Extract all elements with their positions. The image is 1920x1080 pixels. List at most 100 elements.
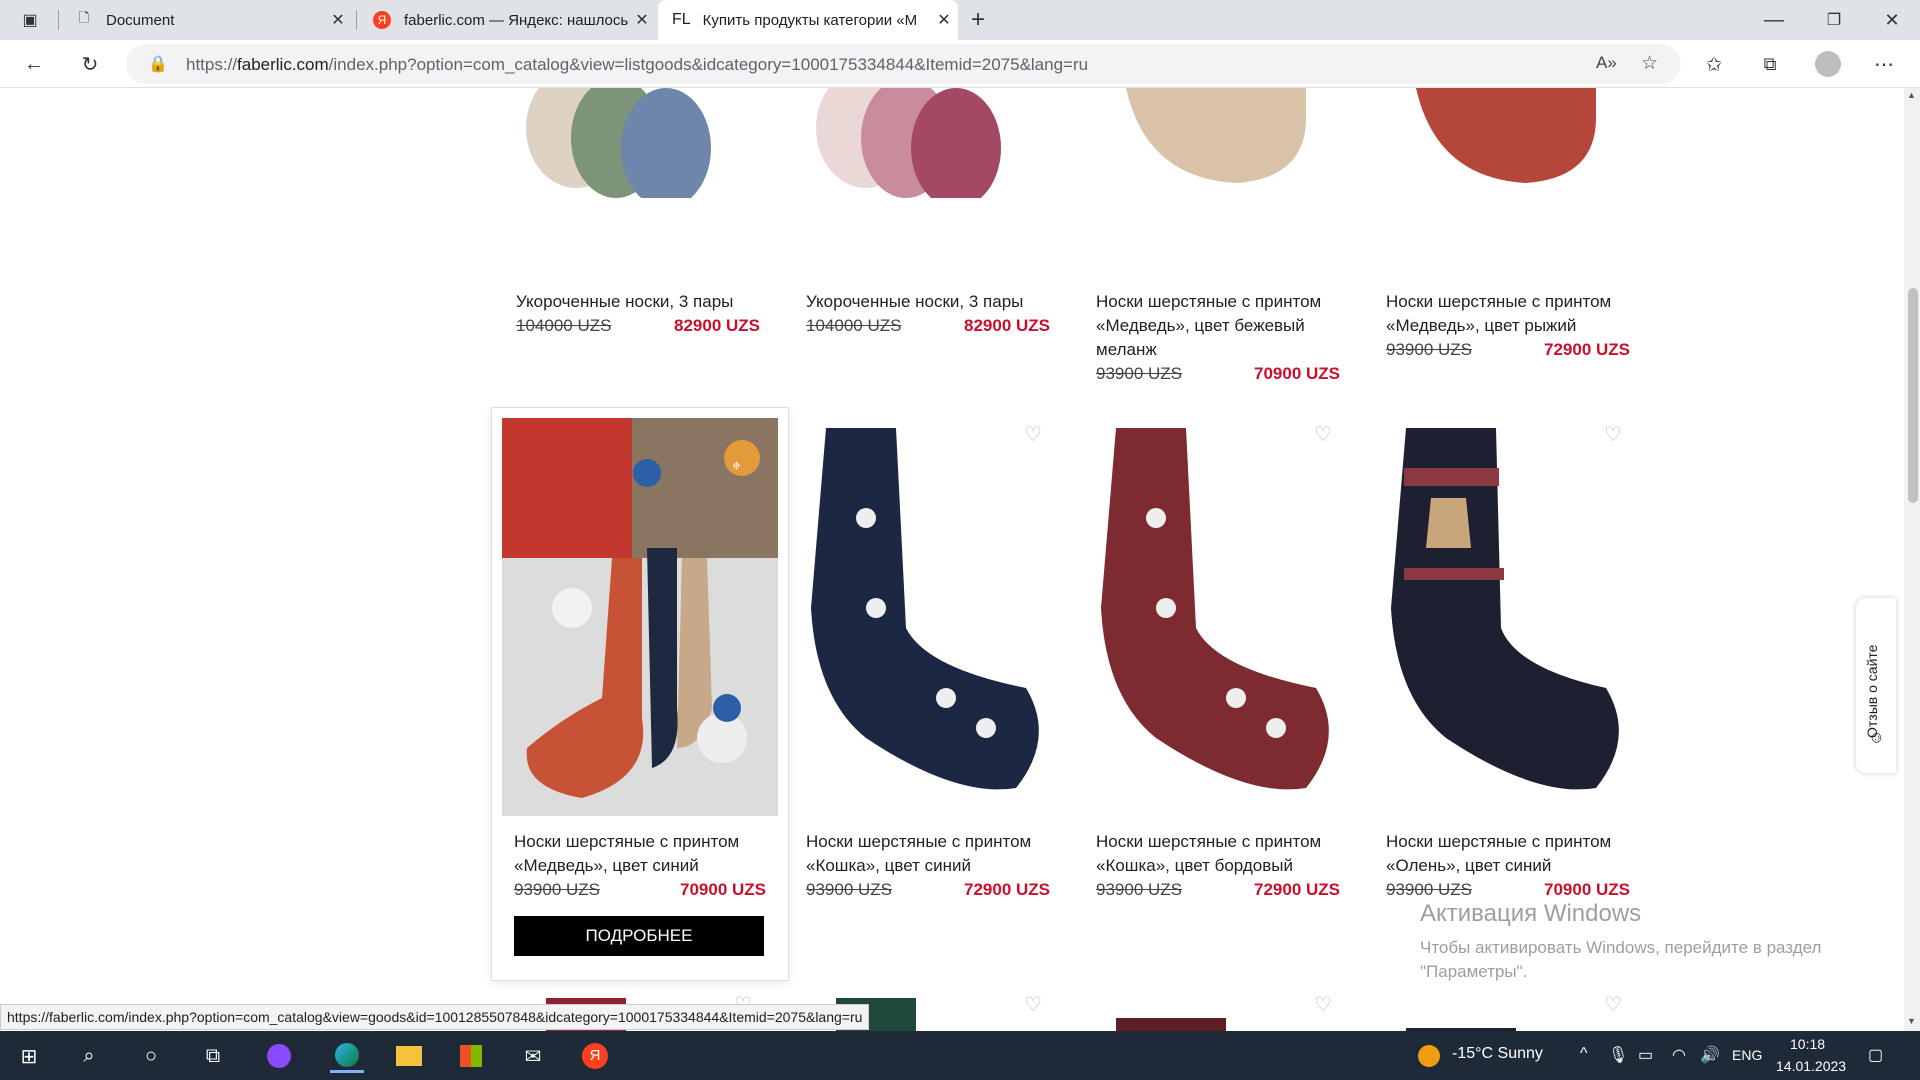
product-image[interactable] xyxy=(1116,1018,1226,1031)
read-aloud-icon[interactable]: A» xyxy=(1596,53,1617,73)
old-price: 93900 UZS xyxy=(1096,364,1182,383)
weather-text[interactable]: -15°C Sunny xyxy=(1452,1045,1543,1063)
tab-strip: ▣ 🗋 Document ✕ Я faberlic.com — Яндекс: … xyxy=(0,0,1920,40)
task-view-icon[interactable]: ⧉ xyxy=(196,1039,230,1073)
product-name[interactable]: Носки шерстяные с принтом «Медведь», цве… xyxy=(514,830,764,878)
favorite-heart-icon[interactable]: ♡ xyxy=(1314,422,1332,447)
favorite-heart-icon[interactable]: ♡ xyxy=(1024,992,1042,1017)
scroll-up-icon[interactable]: ▲ xyxy=(1907,90,1916,100)
product-image[interactable] xyxy=(506,88,766,198)
product-image[interactable] xyxy=(1086,408,1346,798)
sale-price: 70900 UZS xyxy=(1544,880,1630,899)
yandex-icon: Я xyxy=(372,10,392,30)
tab-faberlic[interactable]: FL Купить продукты категории «М ✕ xyxy=(658,0,958,40)
feedback-label: Отзыв о сайте xyxy=(1864,644,1880,738)
sale-price: 72900 UZS xyxy=(964,880,1050,899)
product-image[interactable] xyxy=(796,408,1056,798)
windows-activation-title: Активация Windows xyxy=(1420,900,1642,927)
sale-price: 70900 UZS xyxy=(680,880,766,899)
mail-icon[interactable]: ✉ xyxy=(516,1039,550,1073)
product-name[interactable]: Укороченные носки, 3 пары xyxy=(806,290,1056,314)
product-name[interactable]: Укороченные носки, 3 пары xyxy=(516,290,766,314)
close-tab-icon[interactable]: ✕ xyxy=(628,10,656,30)
old-price: 93900 UZS xyxy=(1386,880,1472,899)
product-image[interactable] xyxy=(502,418,778,816)
emoji-icon: ☺ xyxy=(1868,729,1885,746)
close-tab-icon[interactable]: ✕ xyxy=(324,10,352,30)
scrollbar-thumb[interactable] xyxy=(1908,288,1918,503)
old-price: 93900 UZS xyxy=(806,880,892,899)
tab-yandex[interactable]: Я faberlic.com — Яндекс: нашлось ✕ xyxy=(358,0,656,40)
visual-search-icon[interactable]: ⌖ xyxy=(732,458,741,476)
product-image[interactable] xyxy=(1376,88,1636,198)
weather-sun-icon xyxy=(1418,1045,1440,1067)
minimize-icon[interactable]: — xyxy=(1758,4,1790,36)
profile-avatar[interactable] xyxy=(1812,48,1844,80)
product-name[interactable]: Носки шерстяные с принтом «Кошка», цвет … xyxy=(806,830,1056,878)
product-card[interactable]: ♡ xyxy=(1376,978,1636,1031)
refresh-icon[interactable]: ↻ xyxy=(74,48,106,80)
document-icon: 🗋 xyxy=(78,10,90,25)
store-icon[interactable] xyxy=(454,1039,488,1073)
product-image[interactable] xyxy=(1376,408,1636,798)
language-indicator[interactable]: ENG xyxy=(1732,1047,1762,1063)
cortana-icon[interactable]: ○ xyxy=(134,1039,168,1073)
back-icon[interactable]: ← xyxy=(18,48,50,80)
start-icon[interactable]: ⊞ xyxy=(12,1039,46,1073)
volume-icon[interactable]: 🔊 xyxy=(1700,1045,1720,1065)
product-name[interactable]: Носки шерстяные с принтом «Олень», цвет … xyxy=(1386,830,1636,878)
address-toolbar: ← ↻ 🔒 https://faberlic.com/index.php?opt… xyxy=(0,40,1920,88)
page-scrollbar[interactable]: ▲ ▼ xyxy=(1904,88,1920,1031)
feedback-tab[interactable]: Отзыв о сайте ☺ xyxy=(1856,598,1896,773)
favorite-heart-icon[interactable]: ♡ xyxy=(1604,992,1622,1017)
windows-taskbar: ⊞ ⌕ ○ ⧉ ✉ Я -15°C Sunny ^ 🎙 ▭ ◠ 🔊 ENG 10… xyxy=(0,1031,1920,1080)
sale-price: 72900 UZS xyxy=(1254,880,1340,899)
new-tab-icon[interactable]: + xyxy=(962,4,994,36)
tab-document[interactable]: 🗋 Document ✕ xyxy=(60,0,352,40)
edge-icon[interactable] xyxy=(330,1039,364,1073)
page-content: Укороченные носки, 3 пары 104000 UZS 829… xyxy=(0,88,1904,1031)
yandex-browser-icon[interactable]: Я xyxy=(578,1039,612,1073)
more-menu-icon[interactable]: ⋯ xyxy=(1868,48,1900,80)
microphone-icon[interactable]: 🎙 xyxy=(1608,1045,1628,1065)
clock-date[interactable]: 14.01.2023 xyxy=(1776,1058,1846,1074)
battery-icon[interactable]: ▭ xyxy=(1638,1045,1653,1065)
restore-icon[interactable]: ❐ xyxy=(1818,4,1850,36)
product-card-hovered[interactable]: ⌖ Носки шерстяные с принтом «Медведь», ц… xyxy=(492,408,788,980)
product-name[interactable]: Носки шерстяные с принтом «Кошка», цвет … xyxy=(1096,830,1346,878)
search-icon[interactable]: ⌕ xyxy=(72,1039,106,1073)
scroll-down-icon[interactable]: ▼ xyxy=(1907,1016,1916,1026)
sale-price: 82900 UZS xyxy=(964,316,1050,335)
close-tab-icon[interactable]: ✕ xyxy=(930,10,958,30)
tab-actions-icon[interactable]: ▣ xyxy=(14,4,46,36)
favorite-heart-icon[interactable]: ♡ xyxy=(1024,422,1042,447)
product-image[interactable] xyxy=(796,88,1056,198)
old-price: 93900 UZS xyxy=(1096,880,1182,899)
tab-title: Купить продукты категории «М xyxy=(702,11,918,29)
tab-title: Document xyxy=(106,11,175,29)
wifi-icon[interactable]: ◠ xyxy=(1672,1045,1686,1065)
product-name[interactable]: Носки шерстяные с принтом «Медведь», цве… xyxy=(1386,290,1636,338)
collections-icon[interactable]: ⧉ xyxy=(1754,48,1786,80)
favorite-heart-icon[interactable]: ♡ xyxy=(1314,992,1332,1017)
show-hidden-icons[interactable]: ^ xyxy=(1580,1045,1588,1063)
clock-time[interactable]: 10:18 xyxy=(1790,1036,1825,1052)
favorite-heart-icon[interactable]: ♡ xyxy=(1604,422,1622,447)
tab-separator xyxy=(356,10,357,30)
lock-icon[interactable]: 🔒 xyxy=(148,54,168,74)
old-price: 104000 UZS xyxy=(806,316,902,335)
sale-price: 82900 UZS xyxy=(674,316,760,335)
favorites-icon[interactable]: ✩ xyxy=(1698,48,1730,80)
product-name[interactable]: Носки шерстяные с принтом «Медведь», цве… xyxy=(1096,290,1346,362)
file-explorer-icon[interactable] xyxy=(392,1039,426,1073)
old-price: 93900 UZS xyxy=(1386,340,1472,359)
product-image[interactable] xyxy=(1086,88,1346,198)
old-price: 93900 UZS xyxy=(514,880,600,899)
product-card[interactable]: ♡ xyxy=(1086,978,1346,1031)
details-button[interactable]: ПОДРОБНЕЕ xyxy=(514,916,764,956)
notifications-icon[interactable]: ▢ xyxy=(1868,1045,1883,1065)
address-bar[interactable]: 🔒 https://faberlic.com/index.php?option=… xyxy=(126,44,1681,84)
add-favorite-icon[interactable]: ☆ xyxy=(1641,52,1658,75)
alice-icon[interactable] xyxy=(262,1039,296,1073)
close-window-icon[interactable]: ✕ xyxy=(1876,4,1908,36)
